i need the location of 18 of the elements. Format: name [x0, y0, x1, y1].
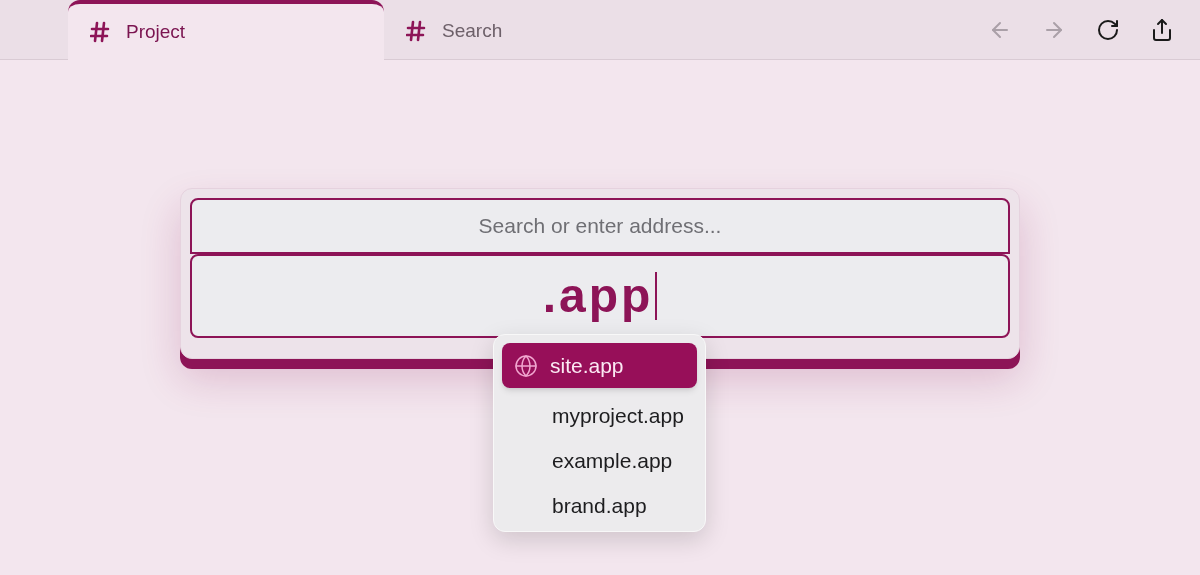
globe-icon: [514, 353, 538, 378]
tab[interactable]: Project: [68, 0, 384, 60]
hash-icon: [406, 20, 426, 42]
suggestion-item[interactable]: example.app: [502, 443, 697, 478]
suggestion-item[interactable]: myproject.app: [502, 398, 697, 433]
hash-icon: [90, 21, 110, 43]
suggestion-label: brand.app: [552, 492, 647, 519]
suggestion-item[interactable]: site.app: [502, 343, 697, 388]
search-field[interactable]: Search or enter address...: [190, 198, 1010, 254]
share-icon: [1150, 17, 1174, 42]
suggestion-label: example.app: [552, 447, 673, 474]
suggestion-label: myproject.app: [552, 402, 684, 429]
reload-icon: [1096, 17, 1120, 42]
suggestion-item[interactable]: brand.app: [502, 488, 697, 523]
tab[interactable]: Search: [384, 3, 700, 59]
address-value: .app: [542, 272, 658, 320]
address-field[interactable]: .app: [190, 254, 1010, 338]
suggestion-label: site.app: [550, 352, 624, 379]
